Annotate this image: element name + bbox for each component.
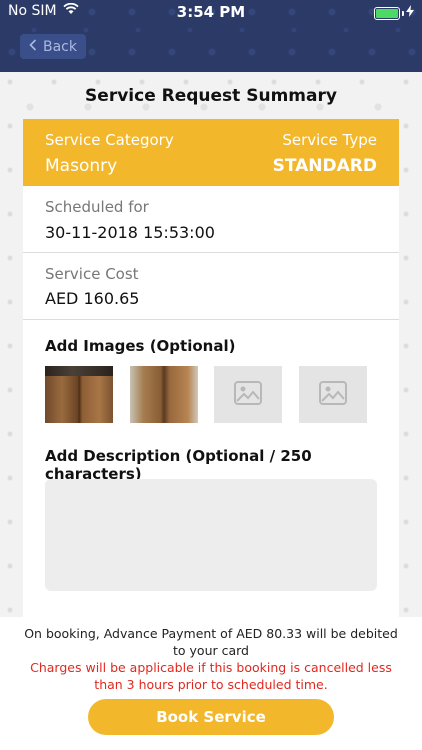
battery-icon bbox=[374, 6, 400, 20]
cost-row: Service Cost AED 160.65 bbox=[23, 253, 399, 320]
service-type-value: STANDARD bbox=[272, 156, 377, 176]
add-image-slot[interactable] bbox=[214, 366, 282, 423]
cost-label: Service Cost bbox=[45, 265, 139, 283]
add-images-title: Add Images (Optional) bbox=[45, 337, 236, 355]
charging-icon bbox=[406, 5, 414, 21]
schedule-value: 30-11-2018 15:53:00 bbox=[45, 223, 215, 242]
back-button[interactable]: Back bbox=[20, 34, 86, 59]
service-category-value: Masonry bbox=[45, 156, 118, 176]
service-type-label: Service Type bbox=[282, 131, 377, 149]
image-placeholder-icon bbox=[234, 380, 262, 409]
category-band: Service Category Masonry Service Type ST… bbox=[23, 119, 399, 186]
add-description-title: Add Description (Optional / 250 characte… bbox=[45, 447, 312, 483]
clock: 3:54 PM bbox=[176, 3, 246, 21]
image-placeholder-icon bbox=[319, 380, 347, 409]
schedule-row: Scheduled for 30-11-2018 15:53:00 bbox=[23, 186, 399, 253]
service-category-label: Service Category bbox=[45, 131, 174, 149]
back-label: Back bbox=[43, 38, 77, 55]
chevron-left-icon bbox=[29, 38, 37, 55]
image-thumbnail[interactable] bbox=[45, 366, 113, 423]
image-thumbnail[interactable] bbox=[130, 366, 198, 423]
page-title: Service Request Summary bbox=[85, 86, 337, 106]
schedule-label: Scheduled for bbox=[45, 198, 149, 216]
status-bar: No SIM 3:54 PM bbox=[0, 0, 422, 24]
add-image-slot[interactable] bbox=[299, 366, 367, 423]
summary-card: Service Category Masonry Service Type ST… bbox=[23, 119, 399, 619]
cost-value: AED 160.65 bbox=[45, 289, 140, 308]
book-service-button[interactable]: Book Service bbox=[88, 699, 334, 735]
description-input[interactable] bbox=[45, 479, 377, 591]
top-header: No SIM 3:54 PM Back bbox=[0, 0, 422, 72]
advance-payment-note: On booking, Advance Payment of AED 80.33… bbox=[24, 626, 398, 658]
booking-footer: On booking, Advance Payment of AED 80.33… bbox=[0, 617, 422, 750]
cancellation-warning: Charges will be applicable if this booki… bbox=[30, 660, 392, 692]
